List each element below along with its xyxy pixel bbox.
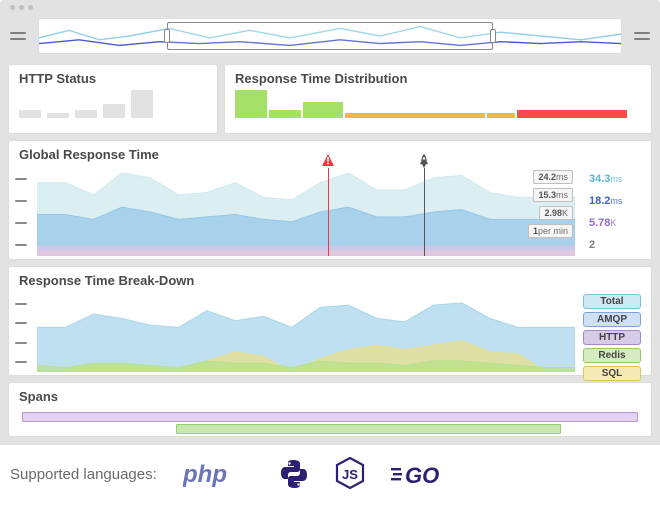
dashboard-window: HTTP Status Response Time Distribution G… (0, 0, 660, 445)
legend-chip-sql[interactable]: SQL (583, 366, 641, 381)
response-dist-segment[interactable] (487, 113, 515, 118)
go-icon: GO (391, 460, 459, 488)
legend-chip-total[interactable]: Total (583, 294, 641, 309)
scrubber-handle-left[interactable] (164, 29, 170, 43)
response-dist-title: Response Time Distribution (225, 65, 651, 92)
footer-label: Supported languages: (10, 466, 157, 483)
http-status-bar[interactable] (75, 110, 97, 118)
global-response-chart[interactable]: 24.2ms 15.3ms 2.98K 1per min (37, 168, 575, 256)
http-status-card: HTTP Status (8, 64, 218, 134)
breakdown-card: Response Time Break-Down Total AMQP HTTP Re… (8, 266, 652, 376)
alert-marker[interactable] (328, 168, 329, 256)
python-icon (279, 459, 309, 489)
value-pill: 1per min (528, 224, 573, 238)
value-pill: 15.3ms (533, 188, 573, 202)
overview-menu-left-icon[interactable] (10, 32, 26, 40)
svg-text:JS: JS (342, 467, 358, 482)
grt-legend-lines (15, 168, 33, 256)
http-status-bar[interactable] (103, 104, 125, 118)
window-titlebar (0, 0, 660, 14)
global-response-values: 34.3ms 18.2ms 5.78K 2 (589, 168, 645, 256)
response-dist-bars[interactable] (225, 92, 651, 124)
span-bar[interactable] (176, 424, 561, 434)
response-dist-segment[interactable] (269, 110, 301, 118)
value-pill: 2.98K (539, 206, 573, 220)
overview-sparkline[interactable] (38, 18, 622, 54)
spans-body[interactable] (9, 410, 651, 438)
http-status-bars[interactable] (9, 92, 217, 124)
rocket-icon (418, 154, 430, 168)
window-control-close[interactable] (10, 5, 15, 10)
svg-text:GO: GO (405, 463, 439, 488)
http-status-bar[interactable] (47, 113, 69, 118)
window-control-min[interactable] (19, 5, 24, 10)
breakdown-chart[interactable] (37, 294, 575, 372)
alert-icon (322, 154, 334, 166)
http-status-bar[interactable] (131, 90, 153, 118)
legend-chip-http[interactable]: HTTP (583, 330, 641, 345)
nodejs-icon: JS (335, 457, 365, 491)
grt-value: 18.2ms (589, 195, 645, 207)
overview-menu-right-icon[interactable] (634, 32, 650, 40)
scrubber-handle-right[interactable] (490, 29, 496, 43)
response-dist-card: Response Time Distribution (224, 64, 652, 134)
spans-title: Spans (9, 383, 651, 410)
footer: Supported languages: php JS GO (0, 445, 660, 507)
grt-value: 2 (589, 239, 645, 251)
legend-chip-redis[interactable]: Redis (583, 348, 641, 363)
overview-row (0, 14, 660, 64)
response-dist-segment[interactable] (517, 110, 627, 118)
grt-value: 34.3ms (589, 173, 645, 185)
php-icon: php (183, 458, 253, 490)
breakdown-legend-lines (15, 294, 33, 372)
value-pill: 24.2ms (533, 170, 573, 184)
response-dist-segment[interactable] (303, 102, 343, 118)
breakdown-title: Response Time Break-Down (9, 267, 651, 294)
window-control-max[interactable] (28, 5, 33, 10)
http-status-title: HTTP Status (9, 65, 217, 92)
global-response-card: Global Response Time 24.2ms15.3ms2.98K1p… (8, 140, 652, 260)
span-bar[interactable] (22, 412, 638, 422)
spans-card: Spans (8, 382, 652, 437)
time-range-scrubber[interactable] (167, 22, 493, 50)
response-dist-segment[interactable] (235, 90, 267, 118)
http-status-bar[interactable] (19, 110, 41, 118)
response-dist-segment[interactable] (345, 113, 485, 118)
legend-chip-amqp[interactable]: AMQP (583, 312, 641, 327)
breakdown-legend: Total AMQP HTTP Redis SQL (583, 294, 641, 381)
rocket-marker[interactable] (424, 168, 425, 256)
svg-text:php: php (183, 461, 227, 488)
grt-value: 5.78K (589, 217, 645, 229)
